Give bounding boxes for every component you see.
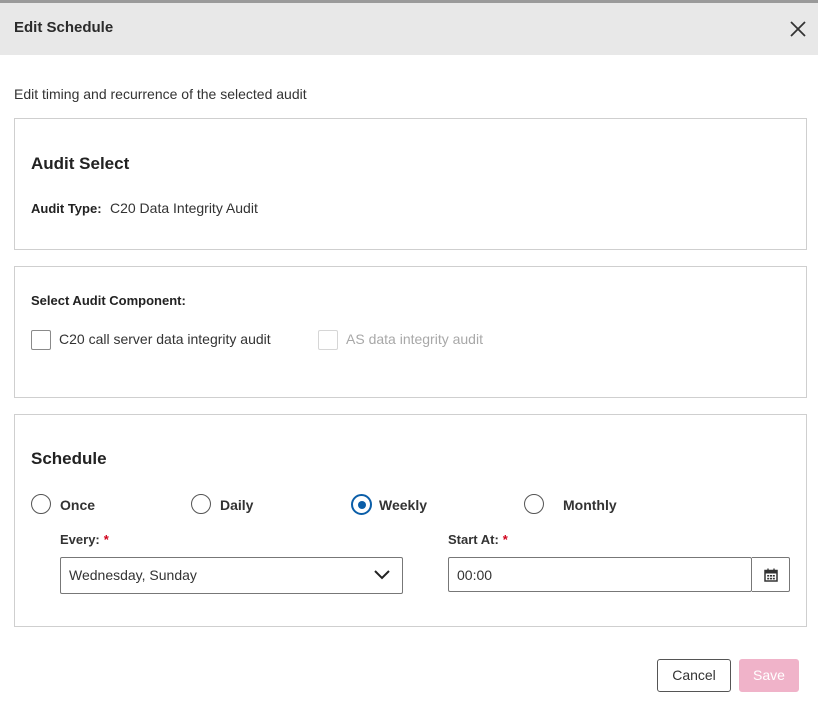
as-data-integrity-checkbox	[318, 330, 338, 350]
radio-weekly[interactable]	[351, 494, 372, 515]
save-button[interactable]: Save	[739, 659, 799, 692]
radio-monthly[interactable]	[524, 494, 544, 514]
calendar-button[interactable]	[752, 557, 790, 592]
audit-component-panel: Select Audit Component: C20 call server …	[14, 266, 807, 398]
as-data-integrity-label: AS data integrity audit	[346, 331, 483, 347]
required-mark: *	[103, 532, 109, 547]
dialog-subtitle: Edit timing and recurrence of the select…	[14, 86, 307, 102]
close-icon	[790, 21, 806, 37]
required-mark: *	[502, 532, 508, 547]
every-select-value: Wednesday, Sunday	[69, 567, 197, 583]
radio-monthly-label[interactable]: Monthly	[563, 497, 617, 513]
dialog-title: Edit Schedule	[14, 19, 114, 36]
cancel-button[interactable]: Cancel	[657, 659, 731, 692]
radio-weekly-label[interactable]: Weekly	[379, 497, 427, 513]
audit-type-label: Audit Type:	[31, 201, 102, 216]
radio-once-label[interactable]: Once	[60, 497, 95, 513]
radio-daily-label[interactable]: Daily	[220, 497, 253, 513]
edit-schedule-dialog: Edit Schedule Edit timing and recurrence…	[0, 0, 818, 706]
start-at-label: Start At:	[448, 532, 499, 547]
calendar-icon	[764, 568, 778, 582]
close-button[interactable]	[786, 17, 810, 41]
every-label-row: Every: *	[60, 532, 109, 547]
audit-select-heading: Audit Select	[31, 154, 130, 173]
audit-component-label: Select Audit Component:	[31, 293, 186, 308]
audit-select-panel: Audit Select Audit Type: C20 Data Integr…	[14, 118, 807, 250]
schedule-heading: Schedule	[31, 449, 107, 468]
radio-daily[interactable]	[191, 494, 211, 514]
schedule-panel: Schedule Once Daily Weekly Monthly Every…	[14, 414, 807, 627]
chevron-down-icon	[374, 570, 390, 580]
c20-call-server-label: C20 call server data integrity audit	[59, 331, 271, 347]
audit-type-value: C20 Data Integrity Audit	[109, 200, 258, 216]
dialog-header: Edit Schedule	[0, 3, 818, 55]
every-select[interactable]: Wednesday, Sunday	[60, 557, 403, 594]
every-label: Every:	[60, 532, 100, 547]
start-at-input[interactable]	[448, 557, 752, 592]
radio-once[interactable]	[31, 494, 51, 514]
c20-call-server-checkbox[interactable]	[31, 330, 51, 350]
start-at-label-row: Start At: *	[448, 532, 508, 547]
audit-type-row: Audit Type: C20 Data Integrity Audit	[31, 200, 258, 218]
